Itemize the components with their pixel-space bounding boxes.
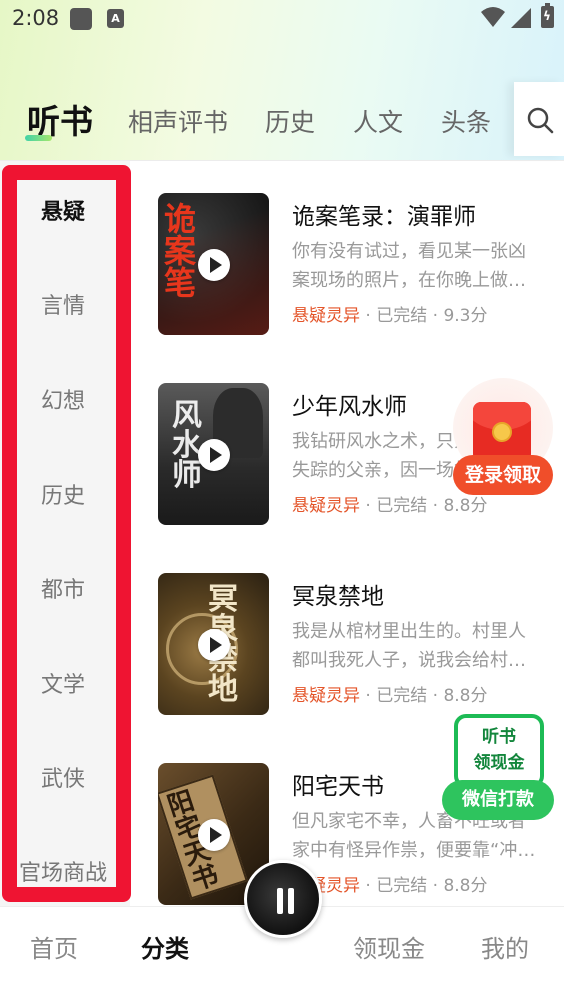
wx-cash-line1: 听书 xyxy=(482,727,516,747)
book-genre: 悬疑灵异 xyxy=(292,686,360,706)
tab-lishi[interactable]: 历史 xyxy=(265,103,315,139)
book-meta: 悬疑灵异 · 已完结 · 9.3分 xyxy=(292,306,488,326)
signal-icon xyxy=(511,8,531,28)
book-cover[interactable]: 风水师 xyxy=(158,383,269,525)
category-wuxia[interactable]: 武侠 xyxy=(0,761,126,793)
wx-cash-line2: 领现金 xyxy=(473,753,525,773)
nav-mine[interactable]: 我的 xyxy=(481,929,529,964)
pause-icon xyxy=(275,888,297,914)
category-dushi[interactable]: 都市 xyxy=(0,572,126,604)
book-score: 8.8分 xyxy=(443,496,488,516)
category-guanchang[interactable]: 官场商战 xyxy=(0,855,126,887)
red-envelope-icon xyxy=(473,402,531,462)
tab-xiangsheng[interactable]: 相声评书 xyxy=(128,103,228,139)
tab-toutiao[interactable]: 头条 xyxy=(441,103,491,139)
book-score: 8.8分 xyxy=(443,686,488,706)
notification-a-icon: A xyxy=(107,9,124,28)
book-status: 已完结 xyxy=(376,306,428,326)
top-tab-bar: 听书 相声评书 历史 人文 头条 xyxy=(0,95,514,147)
book-genre: 悬疑灵异 xyxy=(292,496,360,516)
book-cover[interactable]: 诡案笔 xyxy=(158,193,269,335)
now-playing-button[interactable] xyxy=(244,860,322,938)
battery-icon: ϟ xyxy=(541,3,554,28)
book-title: 少年风水师 xyxy=(292,394,407,420)
play-icon xyxy=(198,819,230,851)
book-description: 我是从棺材里出生的。村里人都叫我死人子，说我会给村… xyxy=(292,621,526,671)
category-sidebar: 悬疑 言情 幻想 历史 都市 文学 武侠 官场商战 xyxy=(0,161,130,906)
book-score: 9.3分 xyxy=(443,306,488,326)
status-time: 2:08 xyxy=(12,6,60,30)
book-title: 阳宅天书 xyxy=(292,774,384,800)
category-wenxue[interactable]: 文学 xyxy=(0,667,126,699)
login-reward-label[interactable]: 登录领取 xyxy=(453,455,553,495)
nav-cash[interactable]: 领现金 xyxy=(353,929,425,964)
status-bar: 2:08 A ϟ xyxy=(0,0,564,40)
play-icon xyxy=(198,249,230,281)
book-item[interactable]: 冥泉禁地 冥泉禁地 我是从棺材里出生的。村里人都叫我死人子，说我会给村… 悬疑灵… xyxy=(158,573,558,715)
book-description: 你有没有试过，看见某一张凶案现场的照片，在你晚上做… xyxy=(292,241,526,291)
book-genre: 悬疑灵异 xyxy=(292,306,360,326)
book-cover[interactable]: 冥泉禁地 xyxy=(158,573,269,715)
active-tab-indicator xyxy=(25,135,52,141)
wechat-cash-widget[interactable]: 听书 领现金 微信打款 xyxy=(442,714,554,822)
book-meta: 悬疑灵异 · 已完结 · 8.8分 xyxy=(292,686,488,706)
search-icon xyxy=(527,107,554,134)
wifi-icon xyxy=(481,7,505,27)
category-lishi[interactable]: 历史 xyxy=(0,478,126,510)
book-title: 冥泉禁地 xyxy=(292,584,384,610)
category-yanqing[interactable]: 言情 xyxy=(0,288,126,320)
search-button[interactable] xyxy=(514,82,564,156)
notification-square-icon xyxy=(70,8,92,30)
category-huanxiang[interactable]: 幻想 xyxy=(0,383,126,415)
play-icon xyxy=(198,439,230,471)
book-status: 已完结 xyxy=(376,686,428,706)
book-score: 8.8分 xyxy=(443,876,488,896)
wechat-payout-button[interactable]: 微信打款 xyxy=(442,780,554,820)
book-status: 已完结 xyxy=(376,496,428,516)
tab-renwen[interactable]: 人文 xyxy=(353,103,403,139)
book-status: 已完结 xyxy=(376,876,428,896)
book-item[interactable]: 诡案笔 诡案笔录：演罪师 你有没有试过，看见某一张凶案现场的照片，在你晚上做… … xyxy=(158,193,558,335)
nav-category[interactable]: 分类 xyxy=(141,929,189,964)
play-icon xyxy=(198,629,230,661)
login-reward-widget[interactable]: 登录领取 xyxy=(453,378,553,498)
category-xuanyi[interactable]: 悬疑 xyxy=(0,194,126,226)
nav-home[interactable]: 首页 xyxy=(30,929,78,964)
book-title: 诡案笔录：演罪师 xyxy=(292,204,476,230)
